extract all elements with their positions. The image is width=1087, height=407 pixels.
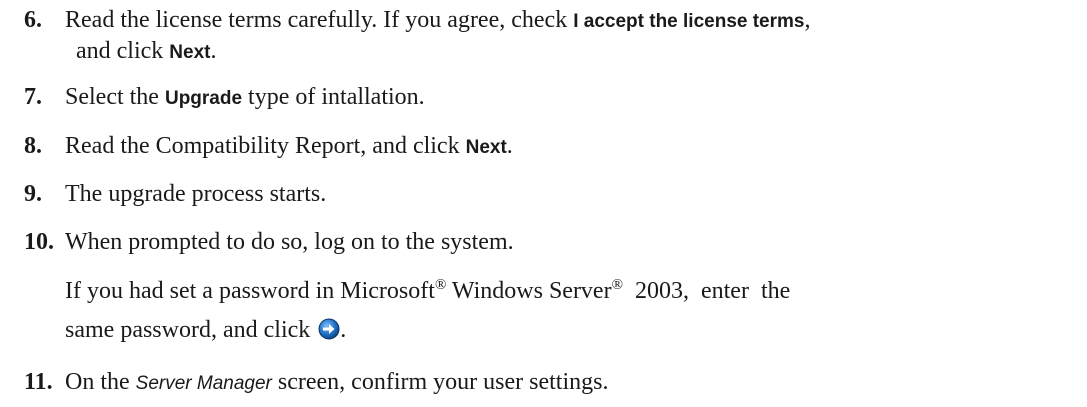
step-text: Read the Compatibility Report, and click… <box>65 133 513 159</box>
instructions-document: 6. Read the license terms carefully. If … <box>0 0 1087 407</box>
step-text: Select the Upgrade type of intallation. <box>65 84 425 110</box>
step-text: and click Next. <box>76 38 217 64</box>
step-10-note-line-1: If you had set a password in Microsoft® … <box>65 277 791 305</box>
step-text: The upgrade process starts. <box>65 181 327 207</box>
step-number: 6. <box>24 7 42 33</box>
step-10-note-line-2: same password, and click . <box>65 317 347 343</box>
ui-label-server-manager: Server Manager <box>135 373 272 394</box>
step-text: When prompted to do so, log on to the sy… <box>65 229 514 255</box>
ui-label-upgrade: Upgrade <box>164 88 243 109</box>
ui-label-accept-terms: I accept the license terms <box>573 11 805 32</box>
step-number: 7. <box>24 84 42 110</box>
step-number: 9. <box>24 181 42 207</box>
step-text: On the Server Manager screen, confirm yo… <box>65 369 609 395</box>
step-text: Read the license terms carefully. If you… <box>65 7 811 33</box>
step-number: 10. <box>24 229 54 255</box>
step-number: 8. <box>24 133 42 159</box>
step-number: 11. <box>24 369 53 395</box>
go-arrow-icon <box>318 317 340 340</box>
ui-label-next: Next <box>169 42 211 63</box>
ui-label-next: Next <box>465 137 507 158</box>
